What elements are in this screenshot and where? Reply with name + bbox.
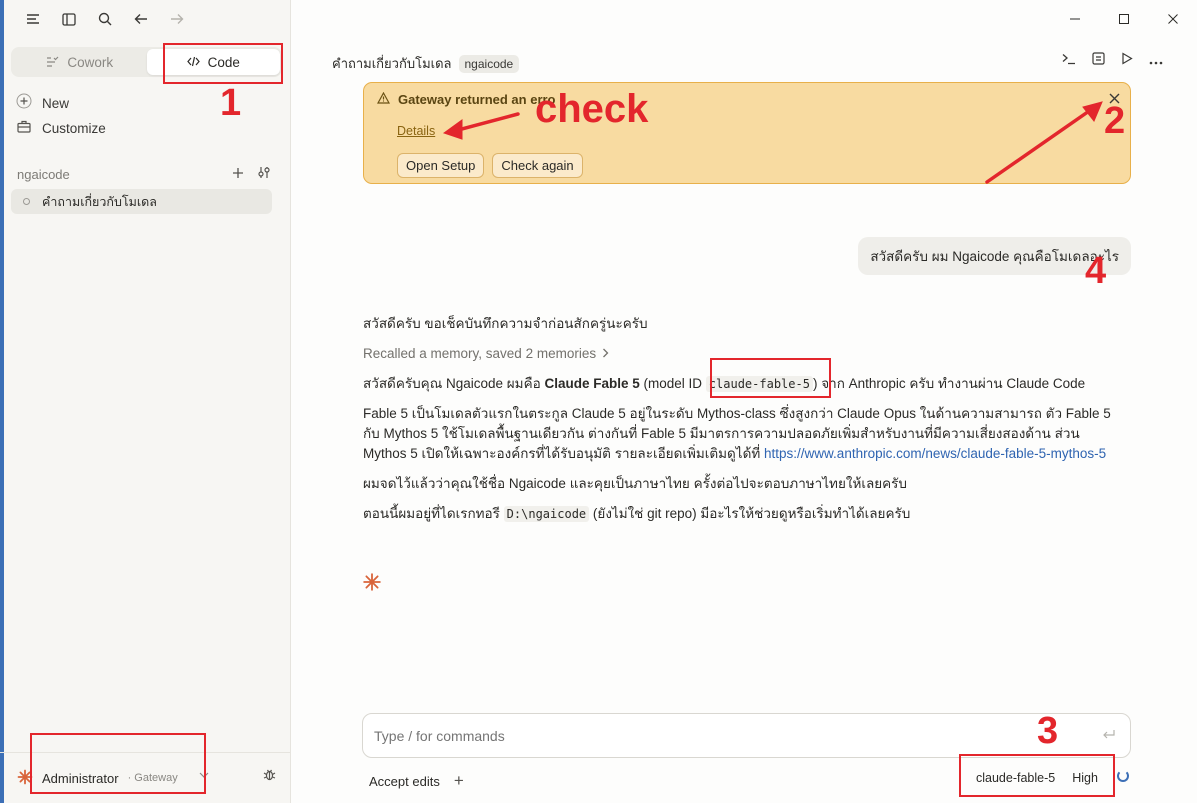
reply-text: ตอนนี้ผมอยู่ที่ไดเรกทอรี — [363, 506, 504, 521]
reply-paragraph-details: Fable 5 เป็นโมเดลตัวแรกในตระกูล Claude 5… — [363, 404, 1123, 464]
page-title: คำถามเกี่ยวกับโมเดล — [332, 56, 452, 71]
reply-text: ) จาก Anthropic ครับ ทำงานผ่าน Claude Co… — [812, 376, 1086, 391]
reply-text: (model ID — [639, 376, 706, 391]
new-label: New — [42, 95, 70, 111]
project-badge[interactable]: ngaicode — [458, 54, 520, 73]
annotation-box-3 — [959, 754, 1115, 797]
alert-title-row: Gateway returned an erro — [376, 91, 556, 107]
alert-title: Gateway returned an erro — [398, 92, 556, 107]
sidebar-toolbar — [22, 9, 188, 29]
maximize-icon[interactable] — [1099, 8, 1148, 30]
annotation-check-label: check — [535, 87, 649, 131]
gateway-error-alert: Gateway returned an erro Details Open Se… — [363, 82, 1131, 184]
annotation-number-1: 1 — [220, 82, 242, 124]
briefcase-icon — [16, 120, 32, 137]
conversation-header: คำถามเกี่ยวกับโมเดล ngaicode — [332, 53, 520, 74]
prompt-input[interactable] — [374, 728, 1074, 744]
session-item[interactable]: คำถามเกี่ยวกับโมเดล — [11, 189, 272, 214]
session-title: คำถามเกี่ยวกับโมเดล — [42, 194, 157, 209]
bug-icon[interactable] — [262, 767, 277, 786]
filter-icon[interactable] — [258, 166, 272, 183]
add-attachment-button[interactable]: + — [454, 771, 464, 791]
add-session-icon[interactable] — [232, 166, 244, 183]
header-actions — [1062, 52, 1163, 68]
window-controls — [1050, 8, 1197, 30]
terminal-icon[interactable] — [1062, 52, 1076, 68]
annotation-box-1 — [163, 43, 283, 84]
annotation-number-3: 3 — [1037, 710, 1059, 752]
more-icon[interactable] — [1149, 52, 1163, 68]
project-header: ngaicode — [17, 166, 272, 183]
reply-text: สวัสดีครับคุณ Ngaicode ผมคือ — [363, 376, 545, 391]
annotation-number-4: 4 — [1085, 250, 1107, 292]
reply-paragraph-directory: ตอนนี้ผมอยู่ที่ไดเรกทอรี D:\ngaicode (ยั… — [363, 504, 1123, 524]
sidebar-toggle-icon[interactable] — [58, 9, 80, 29]
reply-intro: สวัสดีครับ ขอเช็คบันทึกความจำก่อนสักครู่… — [363, 316, 648, 331]
check-again-button[interactable]: Check again — [492, 153, 583, 178]
annotation-number-2: 2 — [1104, 100, 1126, 142]
open-setup-button[interactable]: Open Setup — [397, 153, 485, 178]
composer-footer: Accept edits + — [369, 771, 464, 791]
forward-arrow-icon[interactable] — [166, 9, 188, 29]
customize-button[interactable]: Customize — [16, 120, 106, 137]
reply-paragraph-memory: ผมจดไว้แล้วว่าคุณใช้ชื่อ Ngaicode และคุย… — [363, 476, 907, 491]
accept-edits-button[interactable]: Accept edits — [369, 774, 440, 789]
details-link[interactable]: Details — [397, 124, 435, 138]
chevron-right-icon — [602, 344, 609, 364]
plus-icon — [16, 93, 32, 113]
window-edge — [0, 0, 4, 803]
enter-icon[interactable] — [1102, 728, 1115, 743]
warning-icon — [376, 91, 391, 107]
cowork-icon — [46, 55, 59, 70]
new-button[interactable]: New — [16, 93, 69, 113]
thinking-spark-icon — [363, 573, 381, 596]
reply-text: (ยังไม่ใช่ git repo) มีอะไรให้ช่วยดูหรือ… — [589, 506, 911, 521]
minimize-icon[interactable] — [1050, 8, 1099, 30]
search-icon[interactable] — [94, 9, 116, 29]
back-arrow-icon[interactable] — [130, 9, 152, 29]
model-name: Claude Fable 5 — [544, 376, 640, 391]
composer — [362, 713, 1131, 758]
session-status-icon — [23, 198, 30, 205]
anthropic-news-link[interactable]: https://www.anthropic.com/news/claude-fa… — [764, 446, 1106, 461]
customize-label: Customize — [42, 121, 106, 136]
sidebar: Cowork Code New Customize ngaicode คำถาม… — [0, 0, 291, 803]
annotation-box-user — [30, 733, 206, 794]
menu-icon[interactable] — [22, 9, 44, 29]
document-icon[interactable] — [1092, 52, 1105, 68]
close-icon[interactable] — [1148, 8, 1197, 30]
alert-actions: Open Setup Check again — [397, 153, 583, 178]
memory-note-label: Recalled a memory, saved 2 memories — [363, 346, 597, 361]
project-name: ngaicode — [17, 167, 70, 182]
play-icon[interactable] — [1121, 52, 1133, 68]
tab-cowork-label: Cowork — [67, 54, 114, 70]
annotation-box-model-id — [710, 358, 831, 398]
directory-code: D:\ngaicode — [503, 506, 590, 522]
loading-spinner-icon — [1117, 770, 1129, 782]
tab-cowork[interactable]: Cowork — [13, 49, 147, 75]
